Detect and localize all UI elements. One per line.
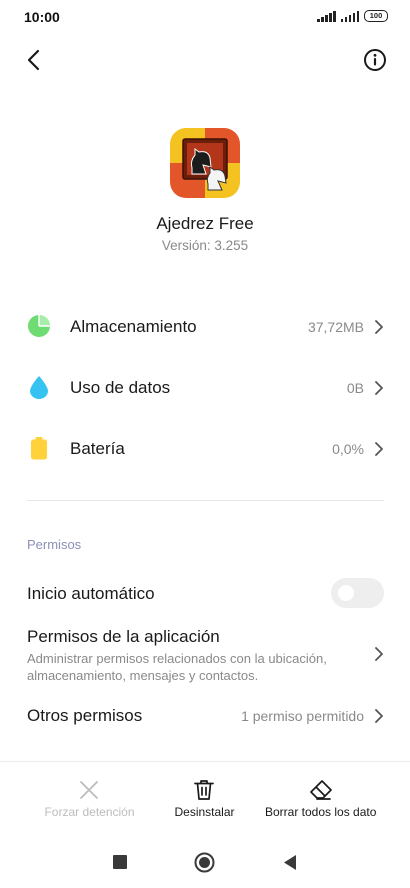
toggle-knob	[338, 585, 354, 601]
battery-label: Batería	[70, 439, 125, 458]
divider	[27, 500, 384, 501]
data-usage-label: Uso de datos	[70, 378, 171, 397]
chevron-right-icon	[375, 320, 383, 334]
info-button[interactable]	[362, 47, 388, 73]
clear-data-label: Borrar todos los datos	[265, 805, 377, 819]
other-permissions-value: 1 permiso permitido	[241, 708, 364, 724]
app-name: Ajedrez Free	[156, 214, 254, 233]
clear-data-button[interactable]: Borrar todos los datos	[253, 762, 390, 838]
back-arrow-icon	[27, 49, 40, 71]
recents-button[interactable]	[113, 855, 127, 869]
pie-chart-icon	[28, 315, 50, 337]
app-permissions-description: Administrar permisos relacionados con la…	[27, 651, 327, 683]
battery-status-icon: 100	[364, 10, 388, 22]
app-version: Versión: 3.255	[161, 238, 249, 253]
status-icons: 100	[317, 10, 388, 22]
chevron-right-icon	[375, 381, 383, 395]
home-button[interactable]	[194, 852, 215, 873]
chevron-right-icon	[375, 647, 383, 661]
close-icon	[80, 781, 98, 799]
status-time: 10:00	[24, 9, 60, 25]
battery-icon	[31, 437, 47, 460]
app-permissions-label: Permisos de la aplicación	[27, 627, 220, 646]
back-button[interactable]	[22, 47, 48, 73]
autostart-label: Inicio automático	[27, 584, 155, 603]
storage-row[interactable]: Almacenamiento 37,72MB	[0, 300, 410, 354]
app-icon	[170, 128, 240, 198]
back-nav-button[interactable]	[283, 854, 297, 871]
bottom-action-bar: Forzar detención Desinstalar Borrar todo…	[0, 761, 410, 838]
storage-label: Almacenamiento	[70, 317, 197, 336]
battery-row[interactable]: Batería 0,0%	[0, 422, 410, 476]
info-icon	[364, 49, 386, 71]
other-permissions-row[interactable]: Otros permisos 1 permiso permitido	[0, 694, 410, 738]
eraser-icon	[310, 780, 332, 800]
signal-icon	[340, 10, 359, 22]
autostart-toggle[interactable]	[331, 578, 384, 608]
chevron-right-icon	[375, 442, 383, 456]
signal-icon	[317, 10, 336, 22]
data-usage-row[interactable]: Uso de datos 0B	[0, 361, 410, 415]
navigation-bar	[0, 838, 410, 888]
data-usage-value: 0B	[346, 380, 364, 396]
permissions-header: Permisos	[27, 537, 82, 552]
storage-value: 37,72MB	[307, 319, 364, 335]
chess-knight-icon	[170, 128, 240, 198]
water-drop-icon	[30, 376, 48, 399]
chevron-right-icon	[375, 709, 383, 723]
other-permissions-label: Otros permisos	[27, 706, 143, 725]
trash-icon	[194, 780, 214, 800]
battery-value: 0,0%	[332, 441, 364, 457]
